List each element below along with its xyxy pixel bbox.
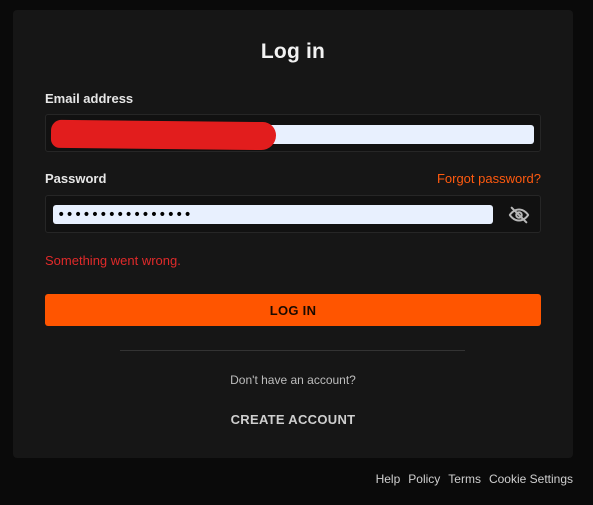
password-label: Password	[45, 171, 107, 186]
password-input[interactable]	[53, 205, 493, 224]
login-card: Log in Email address Password Forgot pas…	[13, 10, 573, 458]
login-button[interactable]: LOG IN	[45, 294, 541, 326]
no-account-text: Don't have an account?	[230, 373, 356, 387]
error-message: Something went wrong.	[45, 253, 181, 268]
footer-link-terms[interactable]: Terms	[448, 472, 481, 486]
footer-link-help[interactable]: Help	[376, 472, 401, 486]
create-account-link[interactable]: CREATE ACCOUNT	[218, 412, 368, 432]
eye-slash-icon[interactable]	[508, 204, 530, 226]
footer-link-cookie-settings[interactable]: Cookie Settings	[489, 472, 573, 486]
email-field-container	[45, 114, 541, 152]
footer-links: Help Policy Terms Cookie Settings	[376, 472, 573, 486]
email-label: Email address	[45, 91, 134, 106]
forgot-password-link[interactable]: Forgot password?	[437, 171, 541, 186]
password-field-container	[45, 195, 541, 233]
footer-link-policy[interactable]: Policy	[408, 472, 440, 486]
email-redaction-mark	[50, 119, 277, 151]
divider	[120, 350, 465, 351]
page-title: Log in	[260, 40, 326, 63]
